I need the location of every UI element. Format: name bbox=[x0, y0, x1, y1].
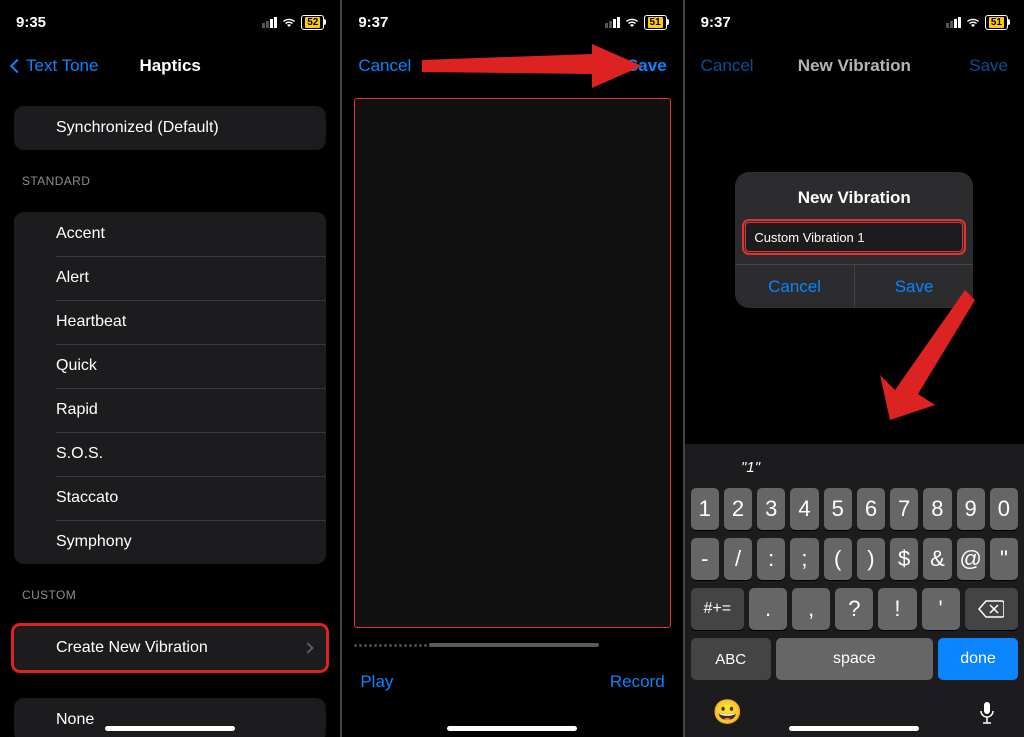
status-time: 9:35 bbox=[16, 14, 76, 31]
create-new-vibration-cell[interactable]: Create New Vibration bbox=[14, 626, 326, 670]
key[interactable]: " bbox=[990, 538, 1018, 580]
wifi-icon bbox=[281, 16, 297, 28]
none-cell[interactable]: None bbox=[14, 698, 326, 737]
key[interactable]: ( bbox=[824, 538, 852, 580]
vibration-option[interactable]: Symphony bbox=[14, 520, 326, 564]
save-button[interactable]: Save bbox=[627, 56, 667, 76]
standard-header: STANDARD bbox=[14, 150, 326, 194]
done-key[interactable]: done bbox=[938, 638, 1018, 680]
default-vibration-label: Synchronized (Default) bbox=[56, 119, 219, 137]
nav-title: Haptics bbox=[139, 56, 200, 76]
new-vibration-dialog: New Vibration Cancel Save bbox=[735, 172, 973, 308]
cancel-button[interactable]: Cancel bbox=[358, 56, 411, 76]
vibration-progress[interactable] bbox=[354, 638, 670, 652]
vibration-name-input[interactable] bbox=[745, 222, 963, 252]
vibration-option[interactable]: Heartbeat bbox=[14, 300, 326, 344]
key[interactable]: . bbox=[749, 588, 787, 630]
abc-mode-key[interactable]: ABC bbox=[691, 638, 771, 680]
nav-bar: Text Tone Haptics bbox=[0, 44, 340, 88]
nav-bar: Cancel New Vibration Save bbox=[342, 44, 682, 88]
key[interactable]: 3 bbox=[757, 488, 785, 530]
key[interactable]: ' bbox=[922, 588, 960, 630]
key[interactable]: $ bbox=[890, 538, 918, 580]
key[interactable]: ; bbox=[790, 538, 818, 580]
key[interactable]: 4 bbox=[790, 488, 818, 530]
key[interactable]: , bbox=[792, 588, 830, 630]
key[interactable]: 7 bbox=[890, 488, 918, 530]
key[interactable]: 1 bbox=[691, 488, 719, 530]
signal-icon bbox=[605, 17, 620, 28]
battery-icon: 51 bbox=[644, 15, 667, 30]
chevron-left-icon bbox=[10, 59, 24, 73]
suggestion[interactable]: "1" bbox=[699, 459, 803, 476]
keyboard-suggestions: "1" bbox=[689, 450, 1020, 484]
vibration-option-label: Accent bbox=[56, 225, 105, 243]
vibration-option-label: Quick bbox=[56, 357, 97, 375]
key[interactable]: 2 bbox=[724, 488, 752, 530]
dictation-key[interactable] bbox=[978, 701, 996, 725]
vibration-option[interactable]: Quick bbox=[14, 344, 326, 388]
vibration-option[interactable]: Alert bbox=[14, 256, 326, 300]
dialog-title: New Vibration bbox=[735, 172, 973, 222]
emoji-key[interactable]: 😀 bbox=[713, 698, 743, 727]
space-key[interactable]: space bbox=[776, 638, 933, 680]
key[interactable]: ) bbox=[857, 538, 885, 580]
key[interactable]: 5 bbox=[824, 488, 852, 530]
key[interactable]: ? bbox=[835, 588, 873, 630]
vibration-option-label: Alert bbox=[56, 269, 89, 287]
back-button[interactable]: Text Tone bbox=[12, 56, 98, 76]
vibration-option[interactable]: Accent bbox=[14, 212, 326, 256]
vibration-option-label: S.O.S. bbox=[56, 445, 103, 463]
status-bar: 9:37 51 bbox=[342, 0, 682, 44]
default-vibration-cell[interactable]: Synchronized (Default) bbox=[14, 106, 326, 150]
vibration-option[interactable]: Rapid bbox=[14, 388, 326, 432]
key[interactable]: 8 bbox=[923, 488, 951, 530]
home-indicator[interactable] bbox=[789, 726, 919, 731]
key[interactable]: / bbox=[724, 538, 752, 580]
play-button[interactable]: Play bbox=[360, 672, 393, 692]
wifi-icon bbox=[624, 16, 640, 28]
vibration-option[interactable]: Staccato bbox=[14, 476, 326, 520]
keyboard: "1" 1234567890 -/:;()$&@" #+= .,?!' ABC … bbox=[685, 444, 1024, 737]
vibration-option-label: Rapid bbox=[56, 401, 98, 419]
backspace-key[interactable] bbox=[965, 588, 1018, 630]
key[interactable]: : bbox=[757, 538, 785, 580]
key[interactable]: ! bbox=[878, 588, 916, 630]
vibration-option-label: Staccato bbox=[56, 489, 118, 507]
create-new-vibration-label: Create New Vibration bbox=[56, 639, 208, 657]
none-label: None bbox=[56, 711, 94, 729]
vibration-option[interactable]: S.O.S. bbox=[14, 432, 326, 476]
key[interactable]: @ bbox=[957, 538, 985, 580]
dialog-save-button[interactable]: Save bbox=[854, 265, 974, 308]
chevron-right-icon bbox=[303, 642, 314, 653]
key[interactable]: 0 bbox=[990, 488, 1018, 530]
status-bar: 9:35 52 bbox=[0, 0, 340, 44]
vibration-option-label: Heartbeat bbox=[56, 313, 126, 331]
home-indicator[interactable] bbox=[447, 726, 577, 731]
record-button[interactable]: Record bbox=[610, 672, 665, 692]
custom-header: CUSTOM bbox=[14, 564, 326, 608]
signal-icon bbox=[262, 17, 277, 28]
status-time: 9:37 bbox=[358, 14, 418, 31]
key[interactable]: & bbox=[923, 538, 951, 580]
vibration-option-label: Symphony bbox=[56, 533, 132, 551]
symbols-mode-key[interactable]: #+= bbox=[691, 588, 744, 630]
battery-icon: 52 bbox=[301, 15, 324, 30]
key[interactable]: - bbox=[691, 538, 719, 580]
nav-title: New Vibration bbox=[456, 56, 569, 76]
back-label: Text Tone bbox=[26, 56, 98, 76]
key[interactable]: 9 bbox=[957, 488, 985, 530]
dialog-cancel-button[interactable]: Cancel bbox=[735, 265, 854, 308]
home-indicator[interactable] bbox=[105, 726, 235, 731]
key[interactable]: 6 bbox=[857, 488, 885, 530]
vibration-record-area[interactable] bbox=[354, 98, 670, 628]
